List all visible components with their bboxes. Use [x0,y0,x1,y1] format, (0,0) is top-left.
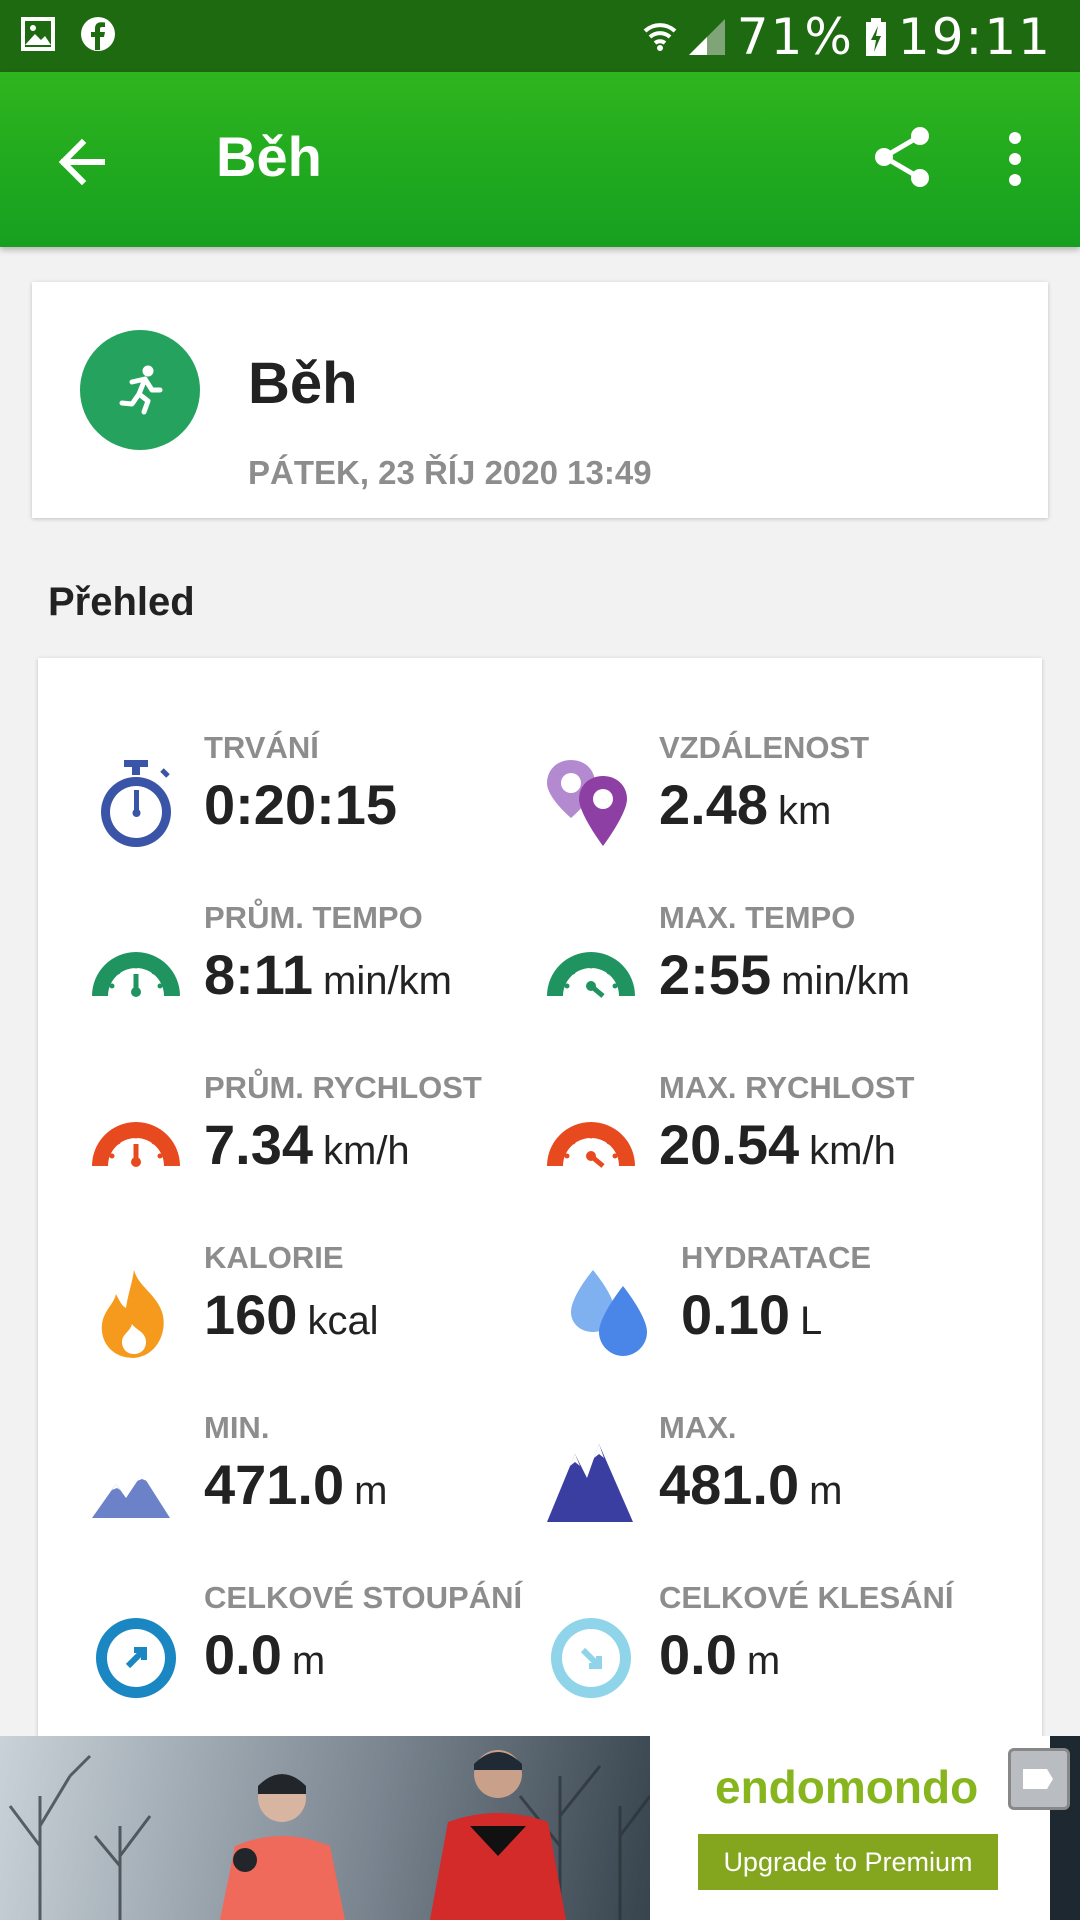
stat-label: VZDÁLENOST [659,730,870,765]
battery-charging-icon [865,18,886,56]
stat-value: 0.0 m [659,1623,781,1686]
stat-label: PRŮM. TEMPO [204,900,423,935]
stat-label: MIN. [204,1410,270,1445]
stat-avg-speed: PRŮM. RYCHLOST 7.34 km/h [88,1070,568,1210]
stat-max-pace: MAX. TEMPO 2:55 min/km [543,900,1023,1040]
running-icon [119,365,163,415]
stat-value: 2.48 km [659,773,832,836]
stat-min-altitude: MIN. 471.0 m [88,1410,568,1550]
battery-percent: 71% [736,8,854,66]
avg-pace-gauge-icon [92,952,180,997]
runner-woman [220,1774,345,1920]
section-title-overview: Přehled [48,580,195,624]
stat-value: 481.0 m [659,1453,843,1516]
stat-total-ascent: CELKOVÉ STOUPÁNÍ 0.0 m [88,1580,568,1720]
avg-speed-gauge-icon [92,1122,180,1167]
stat-label: MAX. TEMPO [659,900,856,935]
activity-header-card: Běh PÁTEK, 23 ŘÍJ 2020 13:49 [32,282,1048,518]
facebook-notification-icon [81,17,115,51]
stat-value: 471.0 m [204,1453,388,1516]
stat-value: 0.0 m [204,1623,326,1686]
stat-max-altitude: MAX. 481.0 m [543,1410,1023,1550]
endomondo-logo: endomondo [715,1761,979,1813]
stat-calories: KALORIE 160 kcal [88,1240,568,1380]
max-speed-gauge-icon [547,1122,635,1168]
max-pace-gauge-icon [547,952,635,998]
stat-max-speed: MAX. RYCHLOST 20.54 km/h [543,1070,1023,1210]
stat-total-descent: CELKOVÉ KLESÁNÍ 0.0 m [543,1580,1023,1720]
app-bar: Běh [0,72,1080,247]
wifi-icon [643,23,677,51]
ad-panel: endomondo Upgrade to Premium [650,1736,1050,1920]
water-drops-icon [571,1270,647,1356]
more-options-icon[interactable] [985,124,1045,194]
stat-distance: VZDÁLENOST 2.48 km [543,730,1023,870]
signal-icon [688,19,725,55]
stat-label: CELKOVÉ STOUPÁNÍ [204,1580,523,1615]
gallery-notification-icon [21,17,55,51]
ascent-arrow-icon [96,1618,176,1698]
share-icon[interactable] [868,122,938,192]
stat-value: 160 kcal [204,1283,379,1346]
max-altitude-mountains-icon [547,1444,633,1522]
stat-label: TRVÁNÍ [204,730,319,765]
stat-value: 2:55 min/km [659,943,910,1006]
stat-value: 7.34 km/h [204,1113,410,1176]
app-bar-title: Běh [216,125,322,188]
ad-choices-icon[interactable] [1008,1748,1070,1810]
descent-arrow-icon [551,1618,631,1698]
stat-value: 20.54 km/h [659,1113,896,1176]
stat-label: MAX. [659,1410,737,1445]
activity-date: PÁTEK, 23 ŘÍJ 2020 13:49 [248,454,652,491]
stat-duration: TRVÁNÍ 0:20:15 [88,730,568,870]
activity-title: Běh [248,351,358,416]
stat-label: KALORIE [204,1240,344,1275]
stat-value: 0:20:15 [204,773,398,836]
stat-hydration: HYDRATACE 0.10 L [565,1240,1045,1380]
overview-stats-card: TRVÁNÍ 0:20:15 VZDÁLENOST 2.48 km PRŮM. T… [38,658,1042,1920]
runner-man [430,1750,566,1920]
stat-avg-pace: PRŮM. TEMPO 8:11 min/km [88,900,568,1040]
stopwatch-icon [101,760,171,847]
stat-value: 8:11 min/km [204,943,452,1006]
stat-value: 0.10 L [681,1283,823,1346]
clock: 19:11 [897,8,1052,66]
activity-avatar [80,330,200,450]
location-pins-icon [547,760,627,846]
stat-label: CELKOVÉ KLESÁNÍ [659,1580,954,1615]
ad-banner[interactable]: endomondo Upgrade to Premium [0,1736,1080,1920]
stat-label: MAX. RYCHLOST [659,1070,915,1105]
ad-runners-image [8,1750,652,1920]
stat-label: PRŮM. RYCHLOST [204,1070,482,1105]
status-bar: 71% 19:11 [0,0,1080,72]
upgrade-to-premium-button[interactable]: Upgrade to Premium [698,1834,998,1890]
min-altitude-mountains-icon [92,1474,170,1518]
stat-label: HYDRATACE [681,1240,872,1275]
back-arrow-icon[interactable] [50,127,120,197]
flame-icon [101,1270,164,1358]
